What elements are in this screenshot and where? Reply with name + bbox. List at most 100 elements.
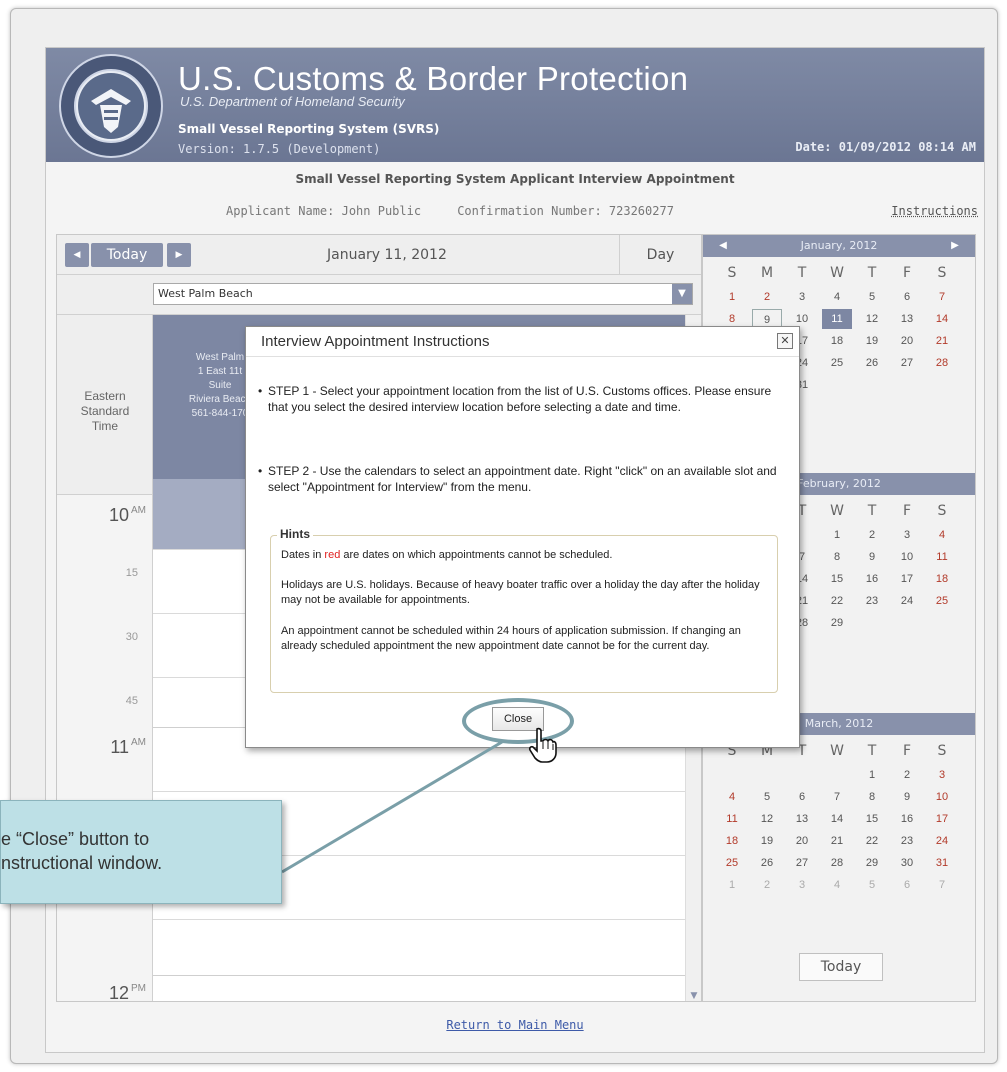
calendar-day[interactable]: 7 [927, 287, 957, 307]
location-select-value: West Palm Beach [158, 287, 253, 300]
calendar-day[interactable]: 6 [892, 287, 922, 307]
calendar-month-title: March, 2012 [804, 717, 874, 730]
calendar-day[interactable]: 10 [892, 547, 922, 567]
calendar-day[interactable]: 28 [822, 853, 852, 873]
calendar-day[interactable]: 3 [892, 525, 922, 545]
calendar-day[interactable]: 22 [857, 831, 887, 851]
hour-divider [153, 975, 701, 976]
weekday-label: T [867, 265, 877, 281]
calendar-day[interactable]: 26 [857, 353, 887, 373]
calendar-day[interactable]: 16 [892, 809, 922, 829]
calendar-day[interactable]: 14 [822, 809, 852, 829]
return-to-main-menu-link[interactable]: Return to Main Menu [46, 1018, 984, 1032]
calendar-day[interactable]: 3 [927, 765, 957, 785]
calendar-day[interactable]: 25 [927, 591, 957, 611]
calendar-day[interactable]: 1 [822, 525, 852, 545]
calendar-day[interactable]: 24 [927, 831, 957, 851]
calendar-day[interactable]: 3 [787, 287, 817, 307]
calendar-day[interactable]: 2 [857, 525, 887, 545]
calendar-day[interactable]: 27 [787, 853, 817, 873]
calendar-day[interactable]: 4 [822, 875, 852, 895]
hand-cursor-icon [528, 727, 557, 763]
calendar-day[interactable]: 18 [822, 331, 852, 351]
calendar-day[interactable]: 27 [892, 353, 922, 373]
calendar-day[interactable]: 5 [752, 787, 782, 807]
calendar-day[interactable]: 1 [857, 765, 887, 785]
calendar-day[interactable]: 7 [927, 875, 957, 895]
calendar-day[interactable]: 21 [822, 831, 852, 851]
calendar-day[interactable]: 12 [857, 309, 887, 329]
calendar-day[interactable]: 22 [822, 591, 852, 611]
calendar-day[interactable]: 15 [857, 809, 887, 829]
chevron-down-icon[interactable]: ▼ [672, 284, 692, 304]
calendar-day[interactable]: 17 [892, 569, 922, 589]
calendar-day[interactable]: 14 [927, 309, 957, 329]
close-icon[interactable]: ✕ [777, 333, 793, 349]
calendar-day[interactable]: 13 [892, 309, 922, 329]
instructions-link[interactable]: Instructions [891, 204, 978, 218]
calendar-day[interactable]: 19 [857, 331, 887, 351]
calendar-month-title: January, 2012 [800, 239, 878, 252]
next-month-icon[interactable]: ▶ [945, 235, 965, 257]
calendar-day[interactable]: 21 [927, 331, 957, 351]
calendar-day[interactable]: 4 [927, 525, 957, 545]
calendar-day[interactable]: 6 [892, 875, 922, 895]
calendar-day[interactable]: 5 [857, 875, 887, 895]
calendar-day[interactable]: 4 [822, 287, 852, 307]
calendar-day[interactable]: 8 [822, 547, 852, 567]
calendar-week: 1234567 [717, 287, 963, 307]
calendar-day[interactable]: 31 [927, 853, 957, 873]
calendar-day[interactable]: 15 [822, 569, 852, 589]
calendar-day[interactable]: 25 [822, 353, 852, 373]
calendar-day[interactable]: 24 [892, 591, 922, 611]
calendar-day[interactable]: 23 [892, 831, 922, 851]
calendar-day[interactable]: 6 [787, 787, 817, 807]
prev-day-button[interactable]: ◀ [65, 243, 89, 267]
calendar-week: 11 12 13 14 15 16 17 [717, 809, 963, 829]
calendar-day[interactable]: 8 [857, 787, 887, 807]
calendar-day[interactable]: 3 [787, 875, 817, 895]
hour-label-11: 11 AM [110, 737, 146, 757]
prev-month-icon[interactable]: ◀ [713, 235, 733, 257]
calendar-day[interactable]: 29 [857, 853, 887, 873]
calendar-day[interactable]: 20 [892, 331, 922, 351]
calendar-day[interactable]: 25 [717, 853, 747, 873]
today-button[interactable]: Today [91, 243, 163, 267]
weekday-label: F [902, 265, 912, 281]
calendar-today-button[interactable]: Today [799, 953, 883, 981]
calendar-day[interactable]: 2 [752, 287, 782, 307]
calendar-day[interactable]: 11 [717, 809, 747, 829]
calendar-day[interactable]: 12 [752, 809, 782, 829]
calendar-day[interactable]: 11 [927, 547, 957, 567]
calendar-day[interactable]: 1 [717, 875, 747, 895]
calendar-day[interactable]: 13 [787, 809, 817, 829]
step-1-text: • STEP 1 - Select your appointment locat… [258, 384, 772, 414]
calendar-day[interactable]: 20 [787, 831, 817, 851]
next-day-button[interactable]: ▶ [167, 243, 191, 267]
calendar-day[interactable]: 2 [752, 875, 782, 895]
calendar-day[interactable]: 11 [822, 309, 852, 329]
calendar-day[interactable]: 28 [927, 353, 957, 373]
callout-box: e “Close” button to nstructional window. [0, 800, 282, 904]
scroll-down-icon[interactable]: ▼ [688, 991, 700, 1001]
calendar-day[interactable]: 4 [717, 787, 747, 807]
calendar-day[interactable]: 30 [892, 853, 922, 873]
location-select[interactable]: West Palm Beach ▼ [153, 283, 693, 305]
calendar-day[interactable]: 7 [822, 787, 852, 807]
calendar-day[interactable]: 18 [927, 569, 957, 589]
calendar-day[interactable]: 29 [822, 613, 852, 633]
system-name: Small Vessel Reporting System (SVRS) [178, 122, 440, 136]
calendar-day[interactable]: 10 [927, 787, 957, 807]
calendar-day[interactable]: 9 [857, 547, 887, 567]
day-view-tab[interactable]: Day [619, 235, 701, 275]
calendar-day[interactable]: 5 [857, 287, 887, 307]
calendar-day[interactable]: 26 [752, 853, 782, 873]
calendar-day[interactable]: 19 [752, 831, 782, 851]
calendar-day[interactable]: 23 [857, 591, 887, 611]
calendar-day[interactable]: 9 [892, 787, 922, 807]
calendar-day[interactable]: 1 [717, 287, 747, 307]
calendar-day[interactable]: 17 [927, 809, 957, 829]
calendar-day[interactable]: 2 [892, 765, 922, 785]
calendar-day[interactable]: 16 [857, 569, 887, 589]
calendar-day[interactable]: 18 [717, 831, 747, 851]
